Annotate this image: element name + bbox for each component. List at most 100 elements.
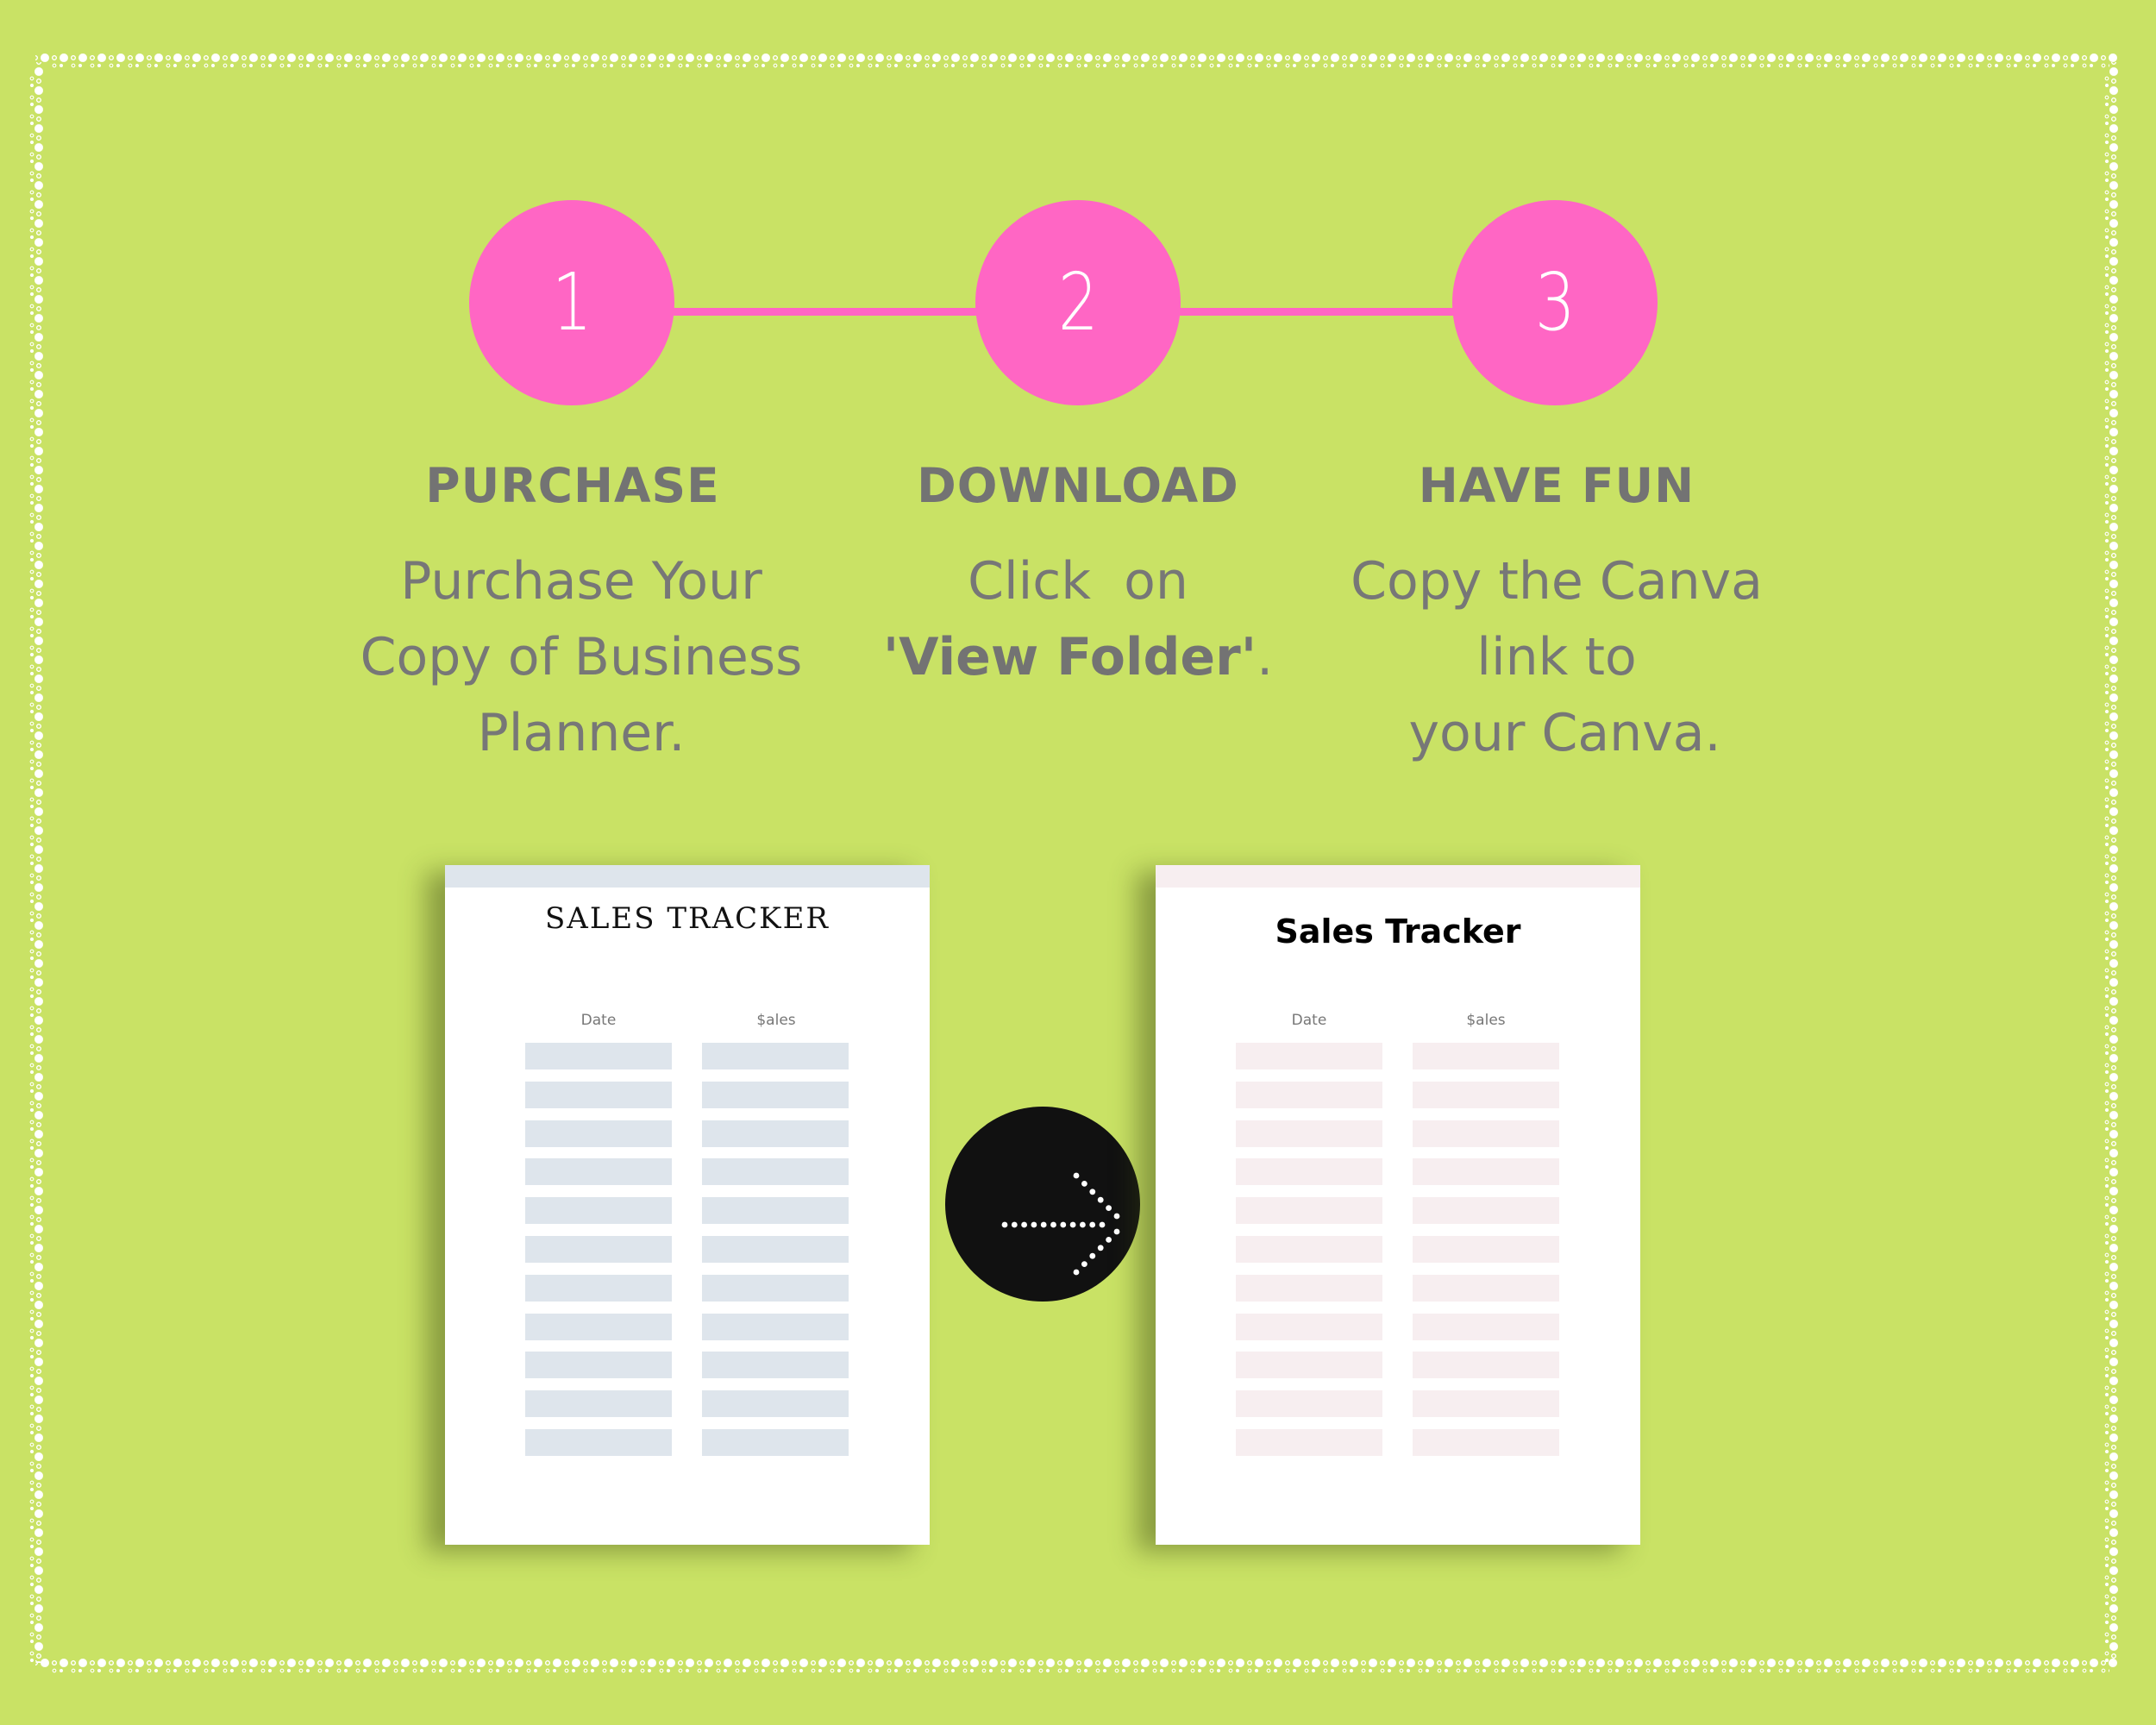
arrow-dot	[1080, 1221, 1086, 1228]
step-1-number: 1	[551, 256, 592, 348]
arrow-dot	[1089, 1221, 1096, 1228]
frame-right-inner	[2104, 69, 2109, 1665]
date-row-field	[1236, 1158, 1382, 1186]
arrow-dot	[1031, 1221, 1037, 1228]
step-3-number: 3	[1534, 256, 1576, 348]
sales-row-field	[1413, 1274, 1559, 1302]
sales-row-field	[1413, 1313, 1559, 1340]
sales-row-field	[1413, 1390, 1559, 1418]
sales-row-field	[702, 1197, 849, 1225]
arrow-dot	[1113, 1228, 1120, 1235]
date-row-field	[525, 1274, 672, 1302]
view-folder-emphasis: 'View Folder'	[882, 627, 1257, 687]
sales-row-field	[1413, 1236, 1559, 1263]
frame-left-inner	[29, 69, 34, 1665]
sales-row-field	[702, 1429, 849, 1456]
column-header-sales: $ales	[1466, 1012, 1506, 1029]
step-2-line-2: 'View Folder'.	[802, 619, 1354, 695]
date-row-field	[1236, 1236, 1382, 1263]
frame-bottom-inner	[45, 1668, 2109, 1673]
sales-row-field	[702, 1236, 849, 1263]
template-preview-before: SALES TRACKER Date $ales	[445, 865, 930, 1545]
arrow-dot	[1060, 1221, 1067, 1228]
step-3: HAVE FUN Copy the Canva link to your Can…	[1281, 455, 1833, 771]
column-header-date: Date	[580, 1012, 617, 1029]
arrow-dot	[1021, 1221, 1027, 1228]
arrow-dot	[1081, 1181, 1087, 1187]
date-row-field	[1236, 1043, 1382, 1070]
sales-row-field	[1413, 1081, 1559, 1108]
sales-row-field	[702, 1274, 849, 1302]
arrow-dot	[1050, 1221, 1056, 1228]
date-row-field	[525, 1081, 672, 1108]
date-row-field	[525, 1352, 672, 1379]
arrow-dot	[1040, 1221, 1047, 1228]
date-row-field	[525, 1120, 672, 1147]
date-row-field	[525, 1236, 672, 1263]
template-header-band	[445, 865, 930, 888]
step-1-badge: 1	[469, 200, 674, 405]
column-header-date: Date	[1291, 1012, 1327, 1029]
step-1-line-1: Purchase Your	[400, 551, 762, 612]
arrow-dot	[1081, 1261, 1087, 1267]
date-row-field	[1236, 1390, 1382, 1418]
arrow-dot	[1073, 1172, 1080, 1179]
frame-top-outer	[35, 53, 2119, 62]
column-header-sales: $ales	[756, 1012, 796, 1029]
template-title: SALES TRACKER	[544, 901, 830, 936]
step-2-title: DOWNLOAD	[917, 458, 1239, 513]
step-2-number: 2	[1057, 256, 1099, 348]
sales-row-field	[702, 1120, 849, 1147]
arrow-dot	[1073, 1269, 1080, 1276]
step-1-line-2: Copy of Business	[360, 627, 803, 687]
step-2-badge: 2	[975, 200, 1181, 405]
sales-row-field	[702, 1158, 849, 1186]
step-1: PURCHASE Purchase Your Copy of Business …	[305, 455, 857, 771]
arrow-dot	[1097, 1245, 1104, 1251]
sales-row-field	[1413, 1043, 1559, 1070]
template-title: Sales Tracker	[1275, 913, 1521, 950]
sales-row-field	[702, 1313, 849, 1340]
arrow-dot	[1089, 1189, 1096, 1195]
step-3-title: HAVE FUN	[1418, 458, 1695, 513]
arrow-dot	[1069, 1221, 1076, 1228]
step-2: DOWNLOAD Click on 'View Folder'.	[802, 455, 1354, 695]
date-row-field	[1236, 1120, 1382, 1147]
step-3-line-1: Copy the Canva	[1351, 551, 1763, 612]
sales-row-field	[1413, 1158, 1559, 1186]
date-row-field	[1236, 1081, 1382, 1108]
arrow-dot	[1106, 1237, 1112, 1243]
template-preview-after: Sales Tracker Date $ales	[1156, 865, 1640, 1545]
arrow-button	[945, 1107, 1140, 1302]
sales-row-field	[1413, 1197, 1559, 1225]
step-2-line-1: Click on	[968, 551, 1188, 612]
arrow-dot	[1001, 1221, 1008, 1228]
date-row-field	[525, 1390, 672, 1418]
frame-left-outer	[34, 62, 43, 1663]
frame-bottom-outer	[35, 1659, 2119, 1667]
date-row-field	[525, 1197, 672, 1225]
date-row-field	[525, 1429, 672, 1456]
step-3-description: Copy the Canva link to your Canva.	[1281, 543, 1833, 771]
arrow-dot	[1089, 1252, 1096, 1259]
frame-right-outer	[2109, 62, 2118, 1663]
date-row-field	[1236, 1352, 1382, 1379]
step-3-line-3: your Canva.	[1392, 703, 1721, 763]
step-1-title: PURCHASE	[425, 458, 720, 513]
date-row-field	[1236, 1274, 1382, 1302]
sales-row-field	[702, 1390, 849, 1418]
arrow-dot	[1099, 1221, 1106, 1228]
date-row-field	[1236, 1429, 1382, 1456]
arrow-dot	[1113, 1213, 1120, 1220]
step-connector-1-2	[673, 308, 976, 316]
arrow-dot	[1011, 1221, 1018, 1228]
sales-row-field	[1413, 1120, 1559, 1147]
sales-row-field	[1413, 1352, 1559, 1379]
sales-row-field	[702, 1352, 849, 1379]
sales-row-field	[1413, 1429, 1559, 1456]
step-2-description: Click on 'View Folder'.	[802, 543, 1354, 695]
date-row-field	[525, 1313, 672, 1340]
sales-row-field	[702, 1081, 849, 1108]
step-1-line-3: Planner.	[477, 703, 686, 763]
step-3-line-2: link to	[1476, 627, 1637, 687]
